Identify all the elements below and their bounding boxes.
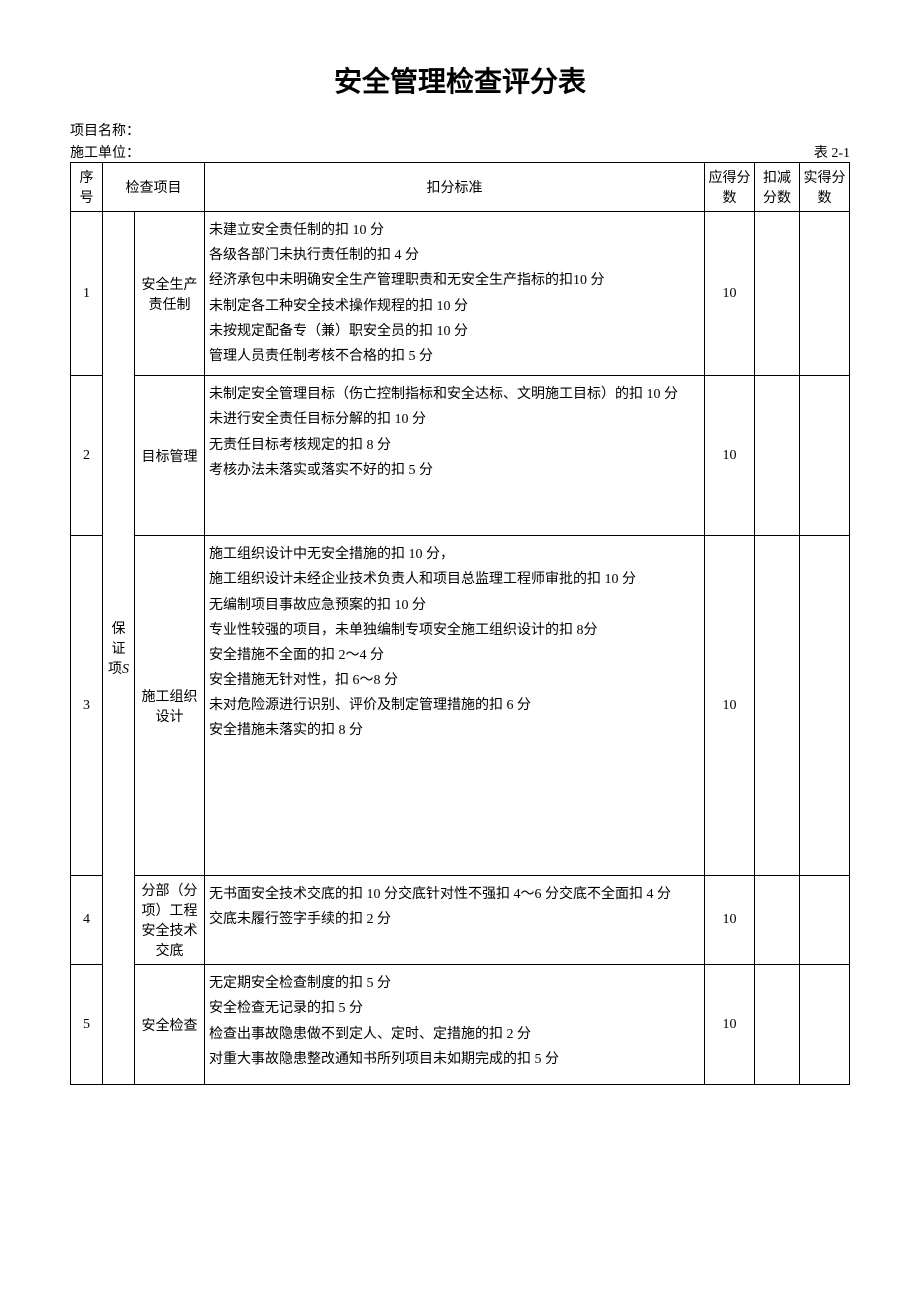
construction-unit-label: 施工单位：: [70, 142, 140, 162]
cell-actual: [800, 965, 850, 1085]
cell-deduct: [755, 536, 800, 876]
cell-max-score: 10: [705, 212, 755, 376]
table-row: 2 目标管理 未制定安全管理目标（伤亡控制指标和安全达标、文明施工目标）的扣 1…: [71, 376, 850, 536]
page-title: 安全管理检查评分表: [70, 60, 850, 100]
cell-seq: 4: [71, 876, 103, 965]
cell-item: 安全生产责任制: [135, 212, 205, 376]
cell-item: 安全检查: [135, 965, 205, 1085]
cell-max-score: 10: [705, 376, 755, 536]
cell-max-score: 10: [705, 876, 755, 965]
cell-seq: 1: [71, 212, 103, 376]
cell-actual: [800, 536, 850, 876]
header-max-score: 应得分数: [705, 163, 755, 212]
cell-seq: 5: [71, 965, 103, 1085]
header-actual: 实得分数: [800, 163, 850, 212]
cell-max-score: 10: [705, 536, 755, 876]
cell-item: 目标管理: [135, 376, 205, 536]
cell-deduct: [755, 376, 800, 536]
cell-item: 施工组织设计: [135, 536, 205, 876]
cell-criteria: 未制定安全管理目标（伤亡控制指标和安全达标、文明施工目标）的扣 10 分未进行安…: [205, 376, 705, 536]
group-label-text-2: S: [122, 662, 129, 677]
cell-seq: 3: [71, 536, 103, 876]
cell-deduct: [755, 876, 800, 965]
table-header-row: 序号 检查项目 扣分标准 应得分数 扣减分数 实得分数: [71, 163, 850, 212]
cell-actual: [800, 876, 850, 965]
cell-deduct: [755, 965, 800, 1085]
cell-item: 分部（分项）工程安全技术交底: [135, 876, 205, 965]
cell-criteria: 施工组织设计中无安全措施的扣 10 分，施工组织设计未经企业技术负责人和项目总监…: [205, 536, 705, 876]
header-deduct: 扣减分数: [755, 163, 800, 212]
score-table: 序号 检查项目 扣分标准 应得分数 扣减分数 实得分数 1 保证项S 安全生产责…: [70, 162, 850, 1085]
cell-criteria: 无书面安全技术交底的扣 10 分交底针对性不强扣 4～6 分交底不全面扣 4 分…: [205, 876, 705, 965]
table-number: 表 2-1: [814, 142, 850, 162]
table-row: 1 保证项S 安全生产责任制 未建立安全责任制的扣 10 分各级各部门未执行责任…: [71, 212, 850, 376]
header-criteria: 扣分标准: [205, 163, 705, 212]
header-item: 检查项目: [103, 163, 205, 212]
cell-criteria: 未建立安全责任制的扣 10 分各级各部门未执行责任制的扣 4 分经济承包中未明确…: [205, 212, 705, 376]
cell-actual: [800, 376, 850, 536]
cell-max-score: 10: [705, 965, 755, 1085]
table-row: 3 施工组织设计 施工组织设计中无安全措施的扣 10 分，施工组织设计未经企业技…: [71, 536, 850, 876]
group-label-cell: 保证项S: [103, 212, 135, 1085]
table-row: 4 分部（分项）工程安全技术交底 无书面安全技术交底的扣 10 分交底针对性不强…: [71, 876, 850, 965]
project-name-label: 项目名称：: [70, 120, 850, 140]
cell-actual: [800, 212, 850, 376]
table-row: 5 安全检查 无定期安全检查制度的扣 5 分安全检查无记录的扣 5 分检查出事故…: [71, 965, 850, 1085]
cell-seq: 2: [71, 376, 103, 536]
cell-criteria: 无定期安全检查制度的扣 5 分安全检查无记录的扣 5 分检查出事故隐患做不到定人…: [205, 965, 705, 1085]
cell-deduct: [755, 212, 800, 376]
header-seq: 序号: [71, 163, 103, 212]
